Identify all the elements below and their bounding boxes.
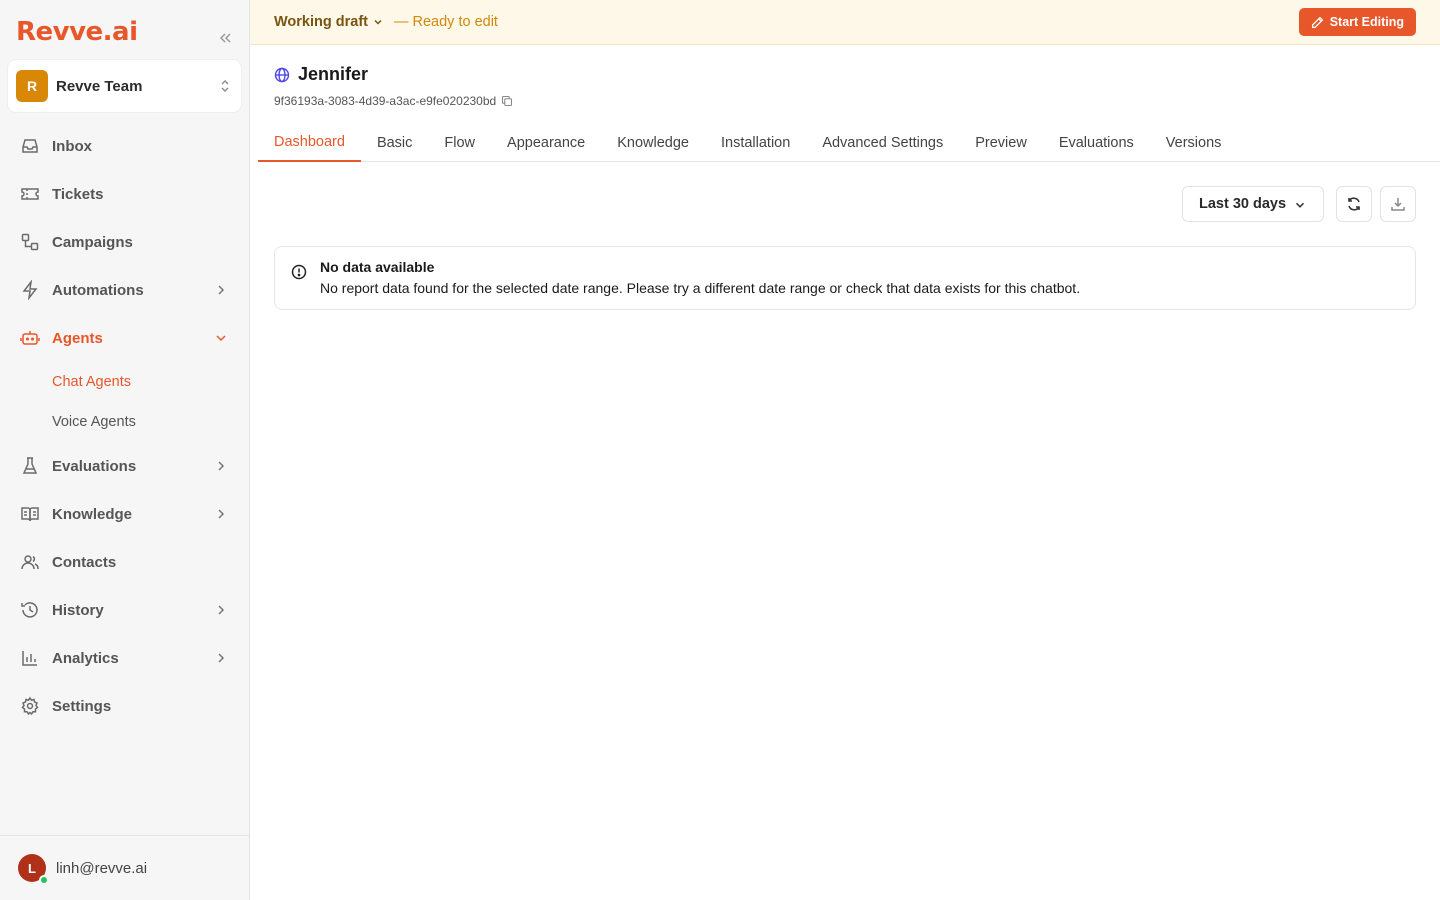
download-button[interactable] xyxy=(1380,186,1416,222)
agent-header: Jennifer xyxy=(274,64,368,85)
campaigns-icon xyxy=(20,232,40,252)
tab-evaluations[interactable]: Evaluations xyxy=(1043,124,1150,162)
main-content: Working draft — Ready to edit Start Edit… xyxy=(250,0,1440,900)
no-data-alert: No data available No report data found f… xyxy=(274,246,1416,310)
sidebar-item-label: History xyxy=(52,601,104,619)
team-avatar: R xyxy=(16,70,48,102)
online-status-dot xyxy=(39,875,49,885)
sidebar-item-settings[interactable]: Settings xyxy=(8,682,241,730)
inbox-icon xyxy=(20,136,40,156)
users-icon xyxy=(20,552,40,572)
sidebar-item-label: Settings xyxy=(52,697,112,715)
chevron-right-icon xyxy=(218,509,225,519)
team-switcher[interactable]: R Revve Team xyxy=(8,60,241,112)
tab-flow[interactable]: Flow xyxy=(428,124,491,162)
sidebar-item-label: Analytics xyxy=(52,649,119,667)
copy-icon[interactable] xyxy=(501,95,513,107)
sidebar-item-label: Campaigns xyxy=(52,233,133,251)
book-icon xyxy=(20,504,40,524)
sidebar-nav: Inbox Tickets Campaigns Automations Agen… xyxy=(8,122,241,730)
draft-status: — Ready to edit xyxy=(393,14,498,30)
tab-bar: Dashboard Basic Flow Appearance Knowledg… xyxy=(258,124,1440,162)
sidebar-item-analytics[interactable]: Analytics xyxy=(8,634,241,682)
sidebar-item-label: Contacts xyxy=(52,553,117,571)
tab-installation[interactable]: Installation xyxy=(705,124,806,162)
sidebar: Revve.ai R Revve Team Inbox Tickets Camp… xyxy=(0,0,250,900)
sidebar-item-campaigns[interactable]: Campaigns xyxy=(8,218,241,266)
tab-appearance[interactable]: Appearance xyxy=(491,124,601,162)
draft-version-dropdown[interactable]: Working draft xyxy=(274,14,384,30)
sidebar-item-knowledge[interactable]: Knowledge xyxy=(8,490,241,538)
alert-circle-icon xyxy=(291,264,307,280)
agent-id-text: 9f36193a-3083-4d39-a3ac-e9fe020230bd xyxy=(274,94,497,108)
user-email: linh@revve.ai xyxy=(56,859,148,877)
brand-logo[interactable]: Revve.ai xyxy=(16,14,138,50)
draft-bar: Working draft — Ready to edit Start Edit… xyxy=(250,0,1440,45)
draft-label: Working draft xyxy=(274,14,368,30)
gear-icon xyxy=(20,696,40,716)
sidebar-item-contacts[interactable]: Contacts xyxy=(8,538,241,586)
chevron-right-icon xyxy=(218,605,225,615)
sidebar-item-label: Inbox xyxy=(52,137,92,155)
sidebar-item-label: Agents xyxy=(52,329,103,347)
sidebar-item-label: Knowledge xyxy=(52,505,133,523)
tab-knowledge[interactable]: Knowledge xyxy=(601,124,705,162)
start-editing-button[interactable]: Start Editing xyxy=(1298,8,1416,36)
sidebar-item-agents[interactable]: Agents xyxy=(8,314,241,362)
sidebar-subitem-label: Chat Agents xyxy=(52,374,131,390)
chevron-down-icon xyxy=(1295,202,1305,208)
tab-preview[interactable]: Preview xyxy=(959,124,1043,162)
avatar-initial: L xyxy=(28,860,36,876)
sidebar-item-evaluations[interactable]: Evaluations xyxy=(8,442,241,490)
logo-text: Revve.ai xyxy=(16,17,138,47)
bot-icon xyxy=(20,328,40,348)
sidebar-item-label: Evaluations xyxy=(52,457,137,475)
chevron-right-icon xyxy=(218,461,225,471)
chevron-updown-icon xyxy=(221,80,229,92)
refresh-icon xyxy=(1348,197,1360,211)
sidebar-item-label: Tickets xyxy=(52,185,104,203)
tab-advanced-settings[interactable]: Advanced Settings xyxy=(806,124,959,162)
sidebar-item-inbox[interactable]: Inbox xyxy=(8,122,241,170)
chevron-down-icon xyxy=(374,19,382,25)
bar-chart-icon xyxy=(20,648,40,668)
tab-dashboard[interactable]: Dashboard xyxy=(258,124,361,162)
chevron-right-icon xyxy=(218,285,225,295)
sidebar-item-history[interactable]: History xyxy=(8,586,241,634)
lightning-icon xyxy=(20,280,40,300)
refresh-button[interactable] xyxy=(1336,186,1372,222)
sidebar-subitem-label: Voice Agents xyxy=(52,414,136,430)
date-range-label: Last 30 days xyxy=(1199,196,1287,212)
user-menu[interactable]: L linh@revve.ai xyxy=(0,835,249,900)
ticket-icon xyxy=(20,184,40,204)
tab-basic[interactable]: Basic xyxy=(361,124,428,162)
date-range-select[interactable]: Last 30 days xyxy=(1182,186,1324,222)
pencil-icon xyxy=(1311,16,1323,28)
agent-id: 9f36193a-3083-4d39-a3ac-e9fe020230bd xyxy=(274,94,513,108)
chevron-down-icon xyxy=(216,335,226,342)
history-icon xyxy=(20,600,40,620)
sidebar-subitem-chat-agents[interactable]: Chat Agents xyxy=(8,362,241,402)
alert-message: No report data found for the selected da… xyxy=(320,280,1081,296)
sidebar-item-tickets[interactable]: Tickets xyxy=(8,170,241,218)
download-icon xyxy=(1391,198,1405,211)
collapse-sidebar-icon[interactable] xyxy=(214,28,236,48)
tab-versions[interactable]: Versions xyxy=(1150,124,1238,162)
start-editing-label: Start Editing xyxy=(1329,15,1404,29)
flask-icon xyxy=(20,456,40,476)
sidebar-subitem-voice-agents[interactable]: Voice Agents xyxy=(8,402,241,442)
alert-title: No data available xyxy=(320,259,435,275)
page-title: Jennifer xyxy=(298,64,369,84)
chevron-right-icon xyxy=(218,653,225,663)
sidebar-item-automations[interactable]: Automations xyxy=(8,266,241,314)
globe-icon xyxy=(274,67,290,82)
sidebar-item-label: Automations xyxy=(52,281,144,299)
avatar: L xyxy=(18,854,49,885)
team-name: Revve Team xyxy=(56,77,143,95)
